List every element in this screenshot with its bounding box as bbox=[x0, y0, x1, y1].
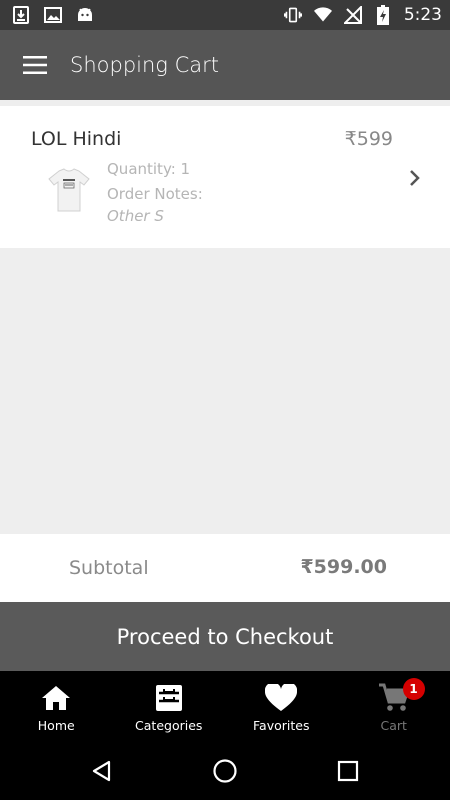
recents-button[interactable] bbox=[324, 747, 372, 795]
home-icon bbox=[40, 683, 72, 713]
nav-label: Home bbox=[37, 718, 75, 733]
cart-count-badge: 1 bbox=[402, 678, 425, 700]
subtotal-bar: Subtotal ₹599.00 bbox=[0, 534, 450, 602]
hamburger-menu-icon bbox=[23, 56, 47, 74]
system-nav bbox=[0, 741, 450, 800]
status-left bbox=[12, 6, 94, 24]
wifi-icon bbox=[313, 6, 332, 24]
vibrate-icon bbox=[283, 6, 302, 24]
nav-label: Categories bbox=[135, 718, 203, 733]
subtotal-value: ₹599.00 bbox=[300, 556, 387, 578]
download-icon bbox=[12, 6, 30, 24]
categories-icon bbox=[153, 683, 185, 713]
bottom-nav: Home Categories Favorites Cart 1 bbox=[0, 671, 450, 741]
item-quantity: Quantity: 1 bbox=[107, 160, 191, 178]
item-name: LOL Hindi bbox=[31, 128, 122, 150]
recents-icon bbox=[338, 760, 359, 781]
android-icon bbox=[76, 6, 94, 24]
page-title: Shopping Cart bbox=[70, 53, 219, 77]
nav-favorites[interactable]: Favorites bbox=[225, 671, 338, 741]
status-bar: 5:23 bbox=[0, 0, 450, 30]
nav-cart[interactable]: Cart 1 bbox=[338, 671, 450, 741]
status-right: 5:23 bbox=[283, 5, 442, 25]
image-icon bbox=[44, 6, 62, 24]
checkout-button[interactable]: Proceed to Checkout bbox=[0, 602, 450, 671]
item-price: ₹599 bbox=[344, 128, 393, 150]
nav-home[interactable]: Home bbox=[0, 671, 113, 741]
order-notes-value: Other S bbox=[107, 207, 164, 225]
heart-icon bbox=[265, 683, 298, 713]
order-notes-label: Order Notes: bbox=[107, 185, 203, 203]
tshirt-icon bbox=[44, 165, 94, 215]
nav-label: Cart bbox=[380, 718, 407, 733]
home-circle-icon bbox=[213, 758, 237, 783]
menu-button[interactable] bbox=[0, 30, 70, 100]
status-time: 5:23 bbox=[403, 5, 442, 25]
subtotal-label: Subtotal bbox=[69, 557, 149, 579]
no-signal-icon bbox=[343, 6, 362, 24]
chevron-right-icon[interactable] bbox=[406, 166, 426, 190]
nav-categories[interactable]: Categories bbox=[113, 671, 226, 741]
app-bar: Shopping Cart bbox=[0, 30, 450, 100]
nav-label: Favorites bbox=[253, 718, 310, 733]
home-system-button[interactable] bbox=[201, 747, 249, 795]
back-button[interactable] bbox=[78, 747, 126, 795]
back-icon bbox=[92, 760, 110, 781]
cart-item[interactable]: LOL Hindi ₹599 Quantity: 1 Order Notes: … bbox=[0, 106, 450, 248]
battery-charging-icon bbox=[374, 5, 392, 25]
